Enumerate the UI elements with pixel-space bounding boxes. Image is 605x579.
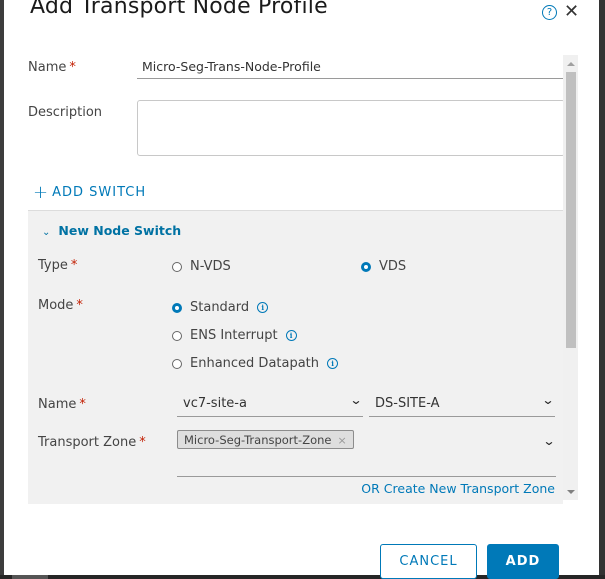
vertical-scrollbar[interactable]: [563, 55, 578, 500]
transport-zone-chip: Micro-Seg-Transport-Zone ×: [177, 430, 354, 449]
required-marker: *: [70, 258, 78, 273]
name-label-text: Name: [28, 60, 67, 75]
dialog-title: Add Transport Node Profile: [30, 0, 328, 19]
taskbar-tab: [12, 575, 48, 579]
type-label-text: Type: [38, 258, 68, 273]
required-marker: *: [139, 435, 146, 450]
transport-zone-multiselect[interactable]: Micro-Seg-Transport-Zone × ⌄: [177, 430, 556, 477]
profile-name-input[interactable]: [137, 55, 565, 79]
transport-zone-label: Transport Zone *: [38, 435, 146, 450]
info-icon[interactable]: i: [285, 330, 297, 341]
mode-option-label: Enhanced Datapath: [190, 356, 320, 371]
chevron-down-icon[interactable]: ⌄: [542, 434, 555, 448]
add-switch-label: ADD SWITCH: [52, 185, 147, 200]
node-switch-panel: ⌄ New Node Switch Type * N-VDS VDS Mode * S…: [28, 210, 563, 504]
required-marker: *: [69, 60, 76, 75]
type-option-label: N-VDS: [190, 259, 231, 274]
info-icon[interactable]: i: [257, 302, 269, 313]
mode-option-label: ENS Interrupt: [190, 328, 278, 343]
name-label: Name *: [28, 60, 76, 75]
type-radio-vds[interactable]: VDS: [361, 259, 406, 274]
help-icon[interactable]: ?: [542, 5, 557, 20]
switch-name-label: Name *: [38, 397, 86, 412]
mode-radio-standard[interactable]: Standard i: [172, 300, 269, 315]
vcenter-select[interactable]: vc7-site-a ⌄: [177, 391, 363, 417]
add-transport-node-profile-dialog: Add Transport Node Profile ? ✕ Name* Des…: [4, 0, 599, 579]
transport-zone-label-text: Transport Zone: [38, 435, 137, 450]
radio-checked-icon[interactable]: [361, 261, 371, 272]
chevron-down-icon: ⌄: [541, 393, 555, 407]
remove-chip-icon[interactable]: ×: [337, 434, 346, 447]
mode-radio-enhanced-datapath[interactable]: Enhanced Datapath i: [172, 356, 339, 371]
required-marker: *: [76, 298, 83, 313]
required-marker: *: [79, 397, 86, 412]
info-icon[interactable]: i: [327, 358, 339, 369]
vds-select-value: DS-SITE-A: [375, 396, 440, 411]
scrollbar-thumb[interactable]: [566, 72, 576, 348]
mode-option-label: Standard: [190, 300, 250, 315]
add-button[interactable]: ADD: [487, 544, 559, 579]
cancel-button[interactable]: CANCEL: [380, 544, 477, 579]
scroll-up-arrow-icon[interactable]: [567, 62, 575, 66]
backdrop-right: [599, 0, 605, 579]
node-switch-header-text: New Node Switch: [58, 223, 182, 238]
radio-unchecked-icon[interactable]: [172, 261, 182, 272]
node-switch-header[interactable]: ⌄ New Node Switch: [42, 223, 181, 238]
radio-unchecked-icon[interactable]: [172, 330, 182, 341]
chevron-down-icon: ⌄: [349, 393, 363, 407]
create-transport-zone-link[interactable]: OR Create New Transport Zone: [361, 481, 555, 496]
mode-label-text: Mode: [38, 298, 74, 313]
chevron-down-icon: ⌄: [42, 227, 51, 238]
mode-label: Mode *: [38, 298, 83, 313]
radio-checked-icon[interactable]: [172, 302, 182, 313]
description-label: Description: [28, 105, 103, 120]
radio-unchecked-icon[interactable]: [172, 358, 182, 369]
close-icon[interactable]: ✕: [564, 1, 579, 23]
description-input[interactable]: [137, 100, 565, 156]
mode-radio-ens-interrupt[interactable]: ENS Interrupt i: [172, 328, 297, 343]
plus-icon: +: [33, 182, 50, 203]
type-option-label: VDS: [379, 259, 407, 274]
type-label: Type *: [38, 258, 77, 273]
chip-label: Micro-Seg-Transport-Zone: [184, 433, 332, 447]
vds-select[interactable]: DS-SITE-A ⌄: [369, 391, 555, 417]
vcenter-select-value: vc7-site-a: [183, 396, 247, 411]
type-radio-nvds[interactable]: N-VDS: [172, 259, 231, 274]
switch-name-label-text: Name: [38, 397, 77, 412]
add-switch-button[interactable]: + ADD SWITCH: [33, 182, 146, 203]
scroll-down-arrow-icon[interactable]: [567, 490, 575, 494]
